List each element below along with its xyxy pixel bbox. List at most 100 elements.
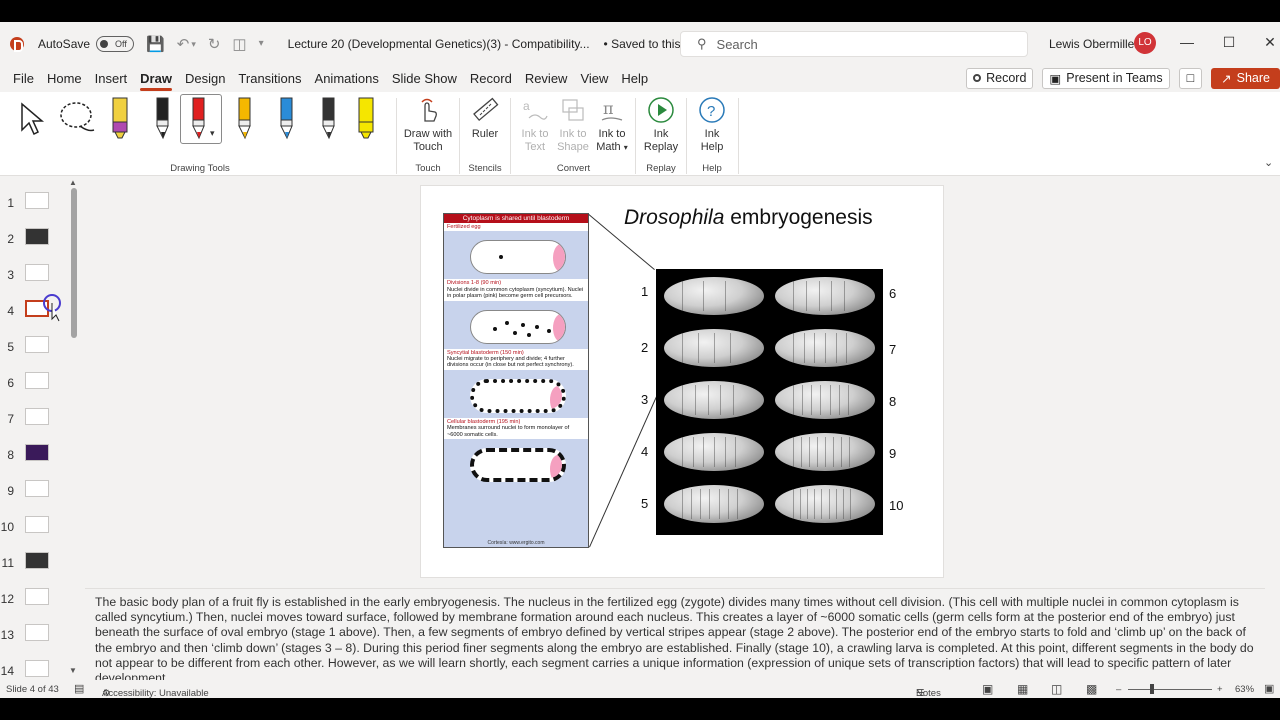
- save-icon[interactable]: 💾: [146, 37, 165, 52]
- tab-design[interactable]: Design: [185, 71, 225, 86]
- comments-button[interactable]: □: [1178, 67, 1203, 89]
- stage-label: 3: [641, 392, 649, 407]
- present-from-start-icon[interactable]: ◫: [232, 37, 246, 52]
- zoom-level[interactable]: 63%: [1235, 684, 1254, 695]
- embryo-segment-stripe: [828, 489, 830, 519]
- document-title[interactable]: Lecture 20 (Developmental Genetics)(3) -…: [288, 37, 590, 51]
- embryo-segment-stripe: [718, 489, 720, 519]
- spelling-icon[interactable]: ▤: [74, 682, 84, 695]
- zoom-slider-handle[interactable]: [1150, 684, 1154, 694]
- tab-insert[interactable]: Insert: [95, 71, 128, 86]
- touch-group-label: Touch: [415, 163, 441, 174]
- ink-to-shape-button[interactable]: Ink to Shape: [555, 96, 591, 154]
- zoom-slider[interactable]: [1128, 689, 1212, 690]
- thumbnail-scrollbar[interactable]: [70, 188, 78, 678]
- ink-to-math-button[interactable]: π Ink to Math ▾: [594, 96, 630, 154]
- embryo-segment-stripe: [694, 385, 696, 415]
- pen-5-icon[interactable]: [272, 96, 298, 140]
- stage-label: 9: [889, 446, 897, 461]
- sem-embryo-photo[interactable]: [656, 269, 883, 535]
- thumbnail-preview[interactable]: [25, 552, 49, 569]
- ruler-button[interactable]: Ruler: [465, 96, 505, 141]
- reading-view-icon[interactable]: ◫: [1051, 682, 1062, 696]
- undo-dropdown-icon[interactable]: ▾: [191, 39, 196, 49]
- tab-slide-show[interactable]: Slide Show: [392, 71, 457, 86]
- tab-help[interactable]: Help: [621, 71, 648, 86]
- undo-icon[interactable]: ↶: [177, 37, 190, 52]
- user-name[interactable]: Lewis Obermiller: [1049, 37, 1138, 51]
- stage-label: 5: [641, 496, 649, 511]
- ink-help-button[interactable]: ? Ink Help: [692, 96, 732, 154]
- record-button[interactable]: Record: [966, 67, 1034, 89]
- customize-quick-access-icon[interactable]: ▾: [259, 39, 264, 49]
- thumbnail-number: 7: [7, 412, 14, 426]
- slide-show-icon[interactable]: ▩: [1086, 682, 1097, 696]
- thumbnail-preview[interactable]: [25, 336, 49, 353]
- thumbnail-preview[interactable]: [25, 264, 49, 281]
- avatar[interactable]: LO: [1134, 32, 1156, 54]
- tab-review[interactable]: Review: [525, 71, 568, 86]
- scroll-down-icon[interactable]: ▼: [69, 666, 77, 675]
- tab-file[interactable]: File: [13, 71, 34, 86]
- tab-home[interactable]: Home: [47, 71, 82, 86]
- minimize-icon[interactable]: —: [1177, 34, 1197, 50]
- pen-4-icon[interactable]: [230, 96, 256, 140]
- draw-with-touch-button[interactable]: Draw with Touch: [402, 96, 454, 154]
- tab-transitions[interactable]: Transitions: [238, 71, 301, 86]
- thumbnail-preview[interactable]: [25, 516, 49, 533]
- thumbnail-preview[interactable]: [25, 228, 49, 245]
- thumbnail-preview[interactable]: [25, 192, 49, 209]
- scrollbar-thumb[interactable]: [71, 188, 77, 338]
- slide-title-rest: embryogenesis: [724, 206, 873, 229]
- thumbnail-preview[interactable]: [25, 588, 49, 605]
- pen-6-icon[interactable]: [314, 96, 340, 140]
- select-arrow-icon[interactable]: [18, 102, 46, 136]
- thumbnail-preview[interactable]: [25, 480, 49, 497]
- zoom-in-icon[interactable]: +: [1217, 684, 1223, 695]
- ink-replay-label: Ink Replay: [643, 128, 679, 153]
- slide-sorter-icon[interactable]: ▦: [1017, 682, 1028, 696]
- ink-to-text-button[interactable]: a Ink to Text: [517, 96, 553, 154]
- fit-to-window-icon[interactable]: ▣: [1264, 682, 1274, 695]
- tab-view[interactable]: View: [580, 71, 608, 86]
- tab-animations[interactable]: Animations: [315, 71, 379, 86]
- touch-hand-icon: [421, 98, 437, 122]
- speaker-notes[interactable]: The basic body plan of a fruit fly is es…: [85, 588, 1265, 680]
- collapse-ribbon-icon[interactable]: ⌄: [1264, 156, 1273, 169]
- pen-1-icon[interactable]: [106, 96, 132, 140]
- blastoderm-diagram[interactable]: Cytoplasm is shared until blastoderm Fer…: [443, 213, 589, 548]
- pen-2-icon[interactable]: [148, 96, 174, 140]
- redo-icon[interactable]: ↻: [208, 37, 221, 52]
- help-group-label: Help: [702, 163, 722, 174]
- ribbon-tabs: File Home Insert Draw Design Transitions…: [0, 66, 1280, 91]
- slide-canvas[interactable]: Drosophila embryogenesis Cytoplasm is sh…: [420, 185, 944, 578]
- slide-title[interactable]: Drosophila embryogenesis: [624, 206, 873, 230]
- zoom-out-icon[interactable]: –: [1116, 684, 1121, 695]
- close-icon[interactable]: ✕: [1260, 34, 1280, 51]
- ink-replay-button[interactable]: Ink Replay: [641, 96, 681, 154]
- pen-7-icon[interactable]: [352, 96, 378, 140]
- tab-record[interactable]: Record: [470, 71, 512, 86]
- selected-pen-frame[interactable]: [180, 94, 222, 144]
- share-button[interactable]: ↗ Share: [1211, 67, 1280, 89]
- pen-options-chevron-icon[interactable]: ▾: [210, 128, 215, 139]
- thumbnail-preview[interactable]: [25, 372, 49, 389]
- scroll-up-icon[interactable]: ▲: [69, 178, 77, 187]
- lasso-select-icon[interactable]: [58, 100, 98, 136]
- egg-stage-area: [444, 370, 588, 418]
- autosave-toggle[interactable]: Off: [96, 36, 135, 52]
- maximize-icon[interactable]: ☐: [1219, 34, 1239, 51]
- slide-thumbnails-pane: 1 2 3 4 5 6 7 8 9 10 11 12 13 14 ▲ ▼: [0, 178, 84, 678]
- thumbnail-preview[interactable]: [25, 444, 49, 461]
- present-in-teams-button[interactable]: ▣ Present in Teams: [1042, 67, 1170, 89]
- embryo-segment-stripe: [698, 333, 699, 363]
- embryo-segment-stripe: [720, 385, 722, 415]
- thumbnail-preview[interactable]: [25, 624, 49, 641]
- tab-draw[interactable]: Draw: [140, 71, 172, 91]
- thumbnail-preview[interactable]: [25, 660, 49, 677]
- powerpoint-window: AutoSave Off 💾 ↶ ▾ ↻ ◫ ▾ Lecture 20 (Dev…: [0, 22, 1280, 698]
- thumbnail-preview[interactable]: [25, 408, 49, 425]
- diagram-caption: Fertilized egg: [444, 223, 588, 232]
- search-box[interactable]: ⚲ Search: [680, 31, 1028, 57]
- normal-view-icon[interactable]: ▣: [982, 682, 993, 696]
